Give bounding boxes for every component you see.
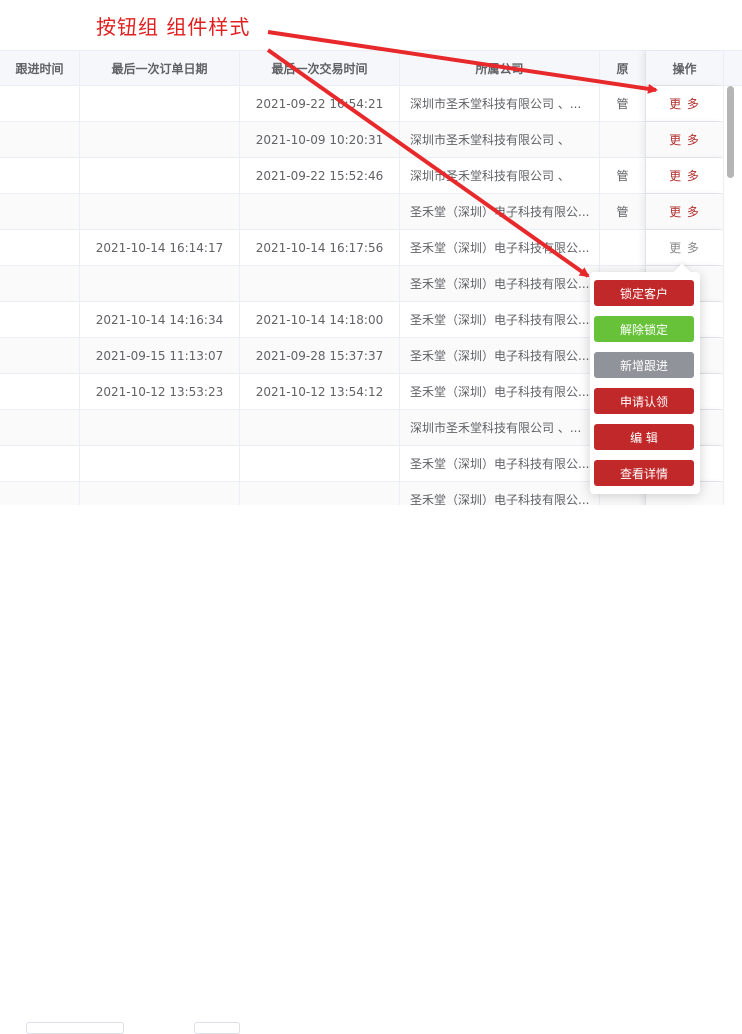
cell-last-order-date: 2021-10-12 13:53:23 xyxy=(80,374,240,409)
cell-followup-time xyxy=(0,302,80,337)
cell-actions: 更 多 xyxy=(646,194,724,229)
cell-company: 圣禾堂（深圳）电子科技有限公... xyxy=(400,230,600,265)
company-name-text: 圣禾堂（深圳）电子科技有限公... xyxy=(410,385,590,399)
table-row[interactable]: 2021-10-09 10:20:31 深圳市圣禾堂科技有限公司 、 更 多 xyxy=(0,122,742,158)
cell-followup-time xyxy=(0,194,80,229)
pagination-bar xyxy=(0,505,742,1034)
cell-actions: 更 多 xyxy=(646,230,724,265)
cell-company: 深圳市圣禾堂科技有限公司 、... xyxy=(400,410,600,445)
cell-company: 圣禾堂（深圳）电子科技有限公... xyxy=(400,266,600,301)
cell-followup-time xyxy=(0,158,80,193)
cell-last-order-date xyxy=(80,158,240,193)
cell-last-order-date: 2021-10-14 14:16:34 xyxy=(80,302,240,337)
col-header-company[interactable]: 所属公司 xyxy=(400,51,600,85)
add-followup-button[interactable]: 新增跟进 xyxy=(594,352,694,378)
cell-company: 圣禾堂（深圳）电子科技有限公... xyxy=(400,338,600,373)
cell-original xyxy=(600,230,646,265)
more-actions-link[interactable]: 更 多 xyxy=(669,167,700,184)
cell-last-order-date xyxy=(80,410,240,445)
company-name-text: 圣禾堂（深圳）电子科技有限公... xyxy=(410,349,590,363)
cell-last-trade-time xyxy=(240,410,400,445)
company-name-text: 圣禾堂（深圳）电子科技有限公... xyxy=(410,313,590,327)
cell-company: 深圳市圣禾堂科技有限公司 、 xyxy=(400,122,600,157)
more-actions-link[interactable]: 更 多 xyxy=(669,203,700,220)
cell-followup-time xyxy=(0,338,80,373)
more-actions-dropdown: 锁定客户解除锁定新增跟进申请认领编 辑查看详情 xyxy=(590,263,700,494)
cell-followup-time xyxy=(0,482,80,505)
col-header-actions: 操作 xyxy=(646,51,724,85)
page-jump-input[interactable] xyxy=(194,1022,240,1034)
cell-company: 圣禾堂（深圳）电子科技有限公... xyxy=(400,194,600,229)
table-header: 跟进时间 最后一次订单日期 最后一次交易时间 所属公司 原 操作 xyxy=(0,50,742,86)
cell-last-trade-time: 2021-09-22 15:52:46 xyxy=(240,158,400,193)
company-name-text: 圣禾堂（深圳）电子科技有限公... xyxy=(410,493,590,505)
more-actions-link[interactable]: 更 多 xyxy=(669,239,700,256)
cell-last-order-date: 2021-10-14 16:14:17 xyxy=(80,230,240,265)
cell-last-trade-time: 2021-10-12 13:54:12 xyxy=(240,374,400,409)
cell-last-trade-time: 2021-09-22 16:54:21 xyxy=(240,86,400,121)
cell-original xyxy=(600,122,646,157)
cell-company: 圣禾堂（深圳）电子科技有限公... xyxy=(400,482,600,505)
company-name-text: 圣禾堂（深圳）电子科技有限公... xyxy=(410,277,590,291)
col-header-last-order-date[interactable]: 最后一次订单日期 xyxy=(80,51,240,85)
cell-company: 圣禾堂（深圳）电子科技有限公... xyxy=(400,446,600,481)
cell-last-trade-time xyxy=(240,446,400,481)
cell-followup-time xyxy=(0,230,80,265)
cell-last-trade-time xyxy=(240,194,400,229)
cell-last-order-date xyxy=(80,194,240,229)
vertical-scrollbar-thumb[interactable] xyxy=(727,86,734,178)
cell-followup-time xyxy=(0,374,80,409)
view-details-button[interactable]: 查看详情 xyxy=(594,460,694,486)
company-name-text: 圣禾堂（深圳）电子科技有限公... xyxy=(410,457,590,471)
cell-last-order-date: 2021-09-15 11:13:07 xyxy=(80,338,240,373)
cell-actions: 更 多 xyxy=(646,122,724,157)
table-row[interactable]: 圣禾堂（深圳）电子科技有限公... 管 更 多 xyxy=(0,194,742,230)
more-actions-link[interactable]: 更 多 xyxy=(669,95,700,112)
page-size-select[interactable] xyxy=(26,1022,124,1034)
cell-last-order-date xyxy=(80,266,240,301)
company-name-text: 圣禾堂（深圳）电子科技有限公... xyxy=(410,241,590,255)
company-name-text: 深圳市圣禾堂科技有限公司 、... xyxy=(410,97,582,111)
company-name-text: 深圳市圣禾堂科技有限公司 、... xyxy=(410,421,582,435)
cell-last-trade-time xyxy=(240,482,400,505)
cell-company: 圣禾堂（深圳）电子科技有限公... xyxy=(400,374,600,409)
cell-followup-time xyxy=(0,86,80,121)
cell-original: 管 xyxy=(600,158,646,193)
cell-last-order-date xyxy=(80,122,240,157)
table-row[interactable]: 2021-09-22 16:54:21 深圳市圣禾堂科技有限公司 、... 管 更 多 xyxy=(0,86,742,122)
company-name-text: 圣禾堂（深圳）电子科技有限公... xyxy=(410,205,590,219)
cell-actions: 更 多 xyxy=(646,158,724,193)
cell-original: 管 xyxy=(600,194,646,229)
cell-last-trade-time: 2021-10-14 14:18:00 xyxy=(240,302,400,337)
col-header-followup-time[interactable]: 跟进时间 xyxy=(0,51,80,85)
cell-actions: 更 多 xyxy=(646,86,724,121)
col-header-last-trade-time[interactable]: 最后一次交易时间 xyxy=(240,51,400,85)
lock-customer-button[interactable]: 锁定客户 xyxy=(594,280,694,306)
cell-followup-time xyxy=(0,122,80,157)
cell-last-trade-time: 2021-10-09 10:20:31 xyxy=(240,122,400,157)
cell-last-order-date xyxy=(80,482,240,505)
col-header-original[interactable]: 原 xyxy=(600,51,646,85)
company-name-text: 深圳市圣禾堂科技有限公司 、 xyxy=(410,169,570,183)
cell-followup-time xyxy=(0,446,80,481)
cell-last-order-date xyxy=(80,446,240,481)
cell-last-order-date xyxy=(80,86,240,121)
table-row[interactable]: 2021-09-22 15:52:46 深圳市圣禾堂科技有限公司 、 管 更 多 xyxy=(0,158,742,194)
cell-last-trade-time xyxy=(240,266,400,301)
cell-company: 深圳市圣禾堂科技有限公司 、... xyxy=(400,86,600,121)
cell-original: 管 xyxy=(600,86,646,121)
apply-claim-button[interactable]: 申请认领 xyxy=(594,388,694,414)
cell-followup-time xyxy=(0,410,80,445)
table-row[interactable]: 2021-10-14 16:14:17 2021-10-14 16:17:56 圣禾… xyxy=(0,230,742,266)
more-actions-link[interactable]: 更 多 xyxy=(669,131,700,148)
annotation-title: 按钮组 组件样式 xyxy=(96,15,251,39)
cell-company: 圣禾堂（深圳）电子科技有限公... xyxy=(400,302,600,337)
cell-followup-time xyxy=(0,266,80,301)
company-name-text: 深圳市圣禾堂科技有限公司 、 xyxy=(410,133,570,147)
cell-company: 深圳市圣禾堂科技有限公司 、 xyxy=(400,158,600,193)
unlock-button[interactable]: 解除锁定 xyxy=(594,316,694,342)
cell-last-trade-time: 2021-09-28 15:37:37 xyxy=(240,338,400,373)
cell-last-trade-time: 2021-10-14 16:17:56 xyxy=(240,230,400,265)
edit-button[interactable]: 编 辑 xyxy=(594,424,694,450)
